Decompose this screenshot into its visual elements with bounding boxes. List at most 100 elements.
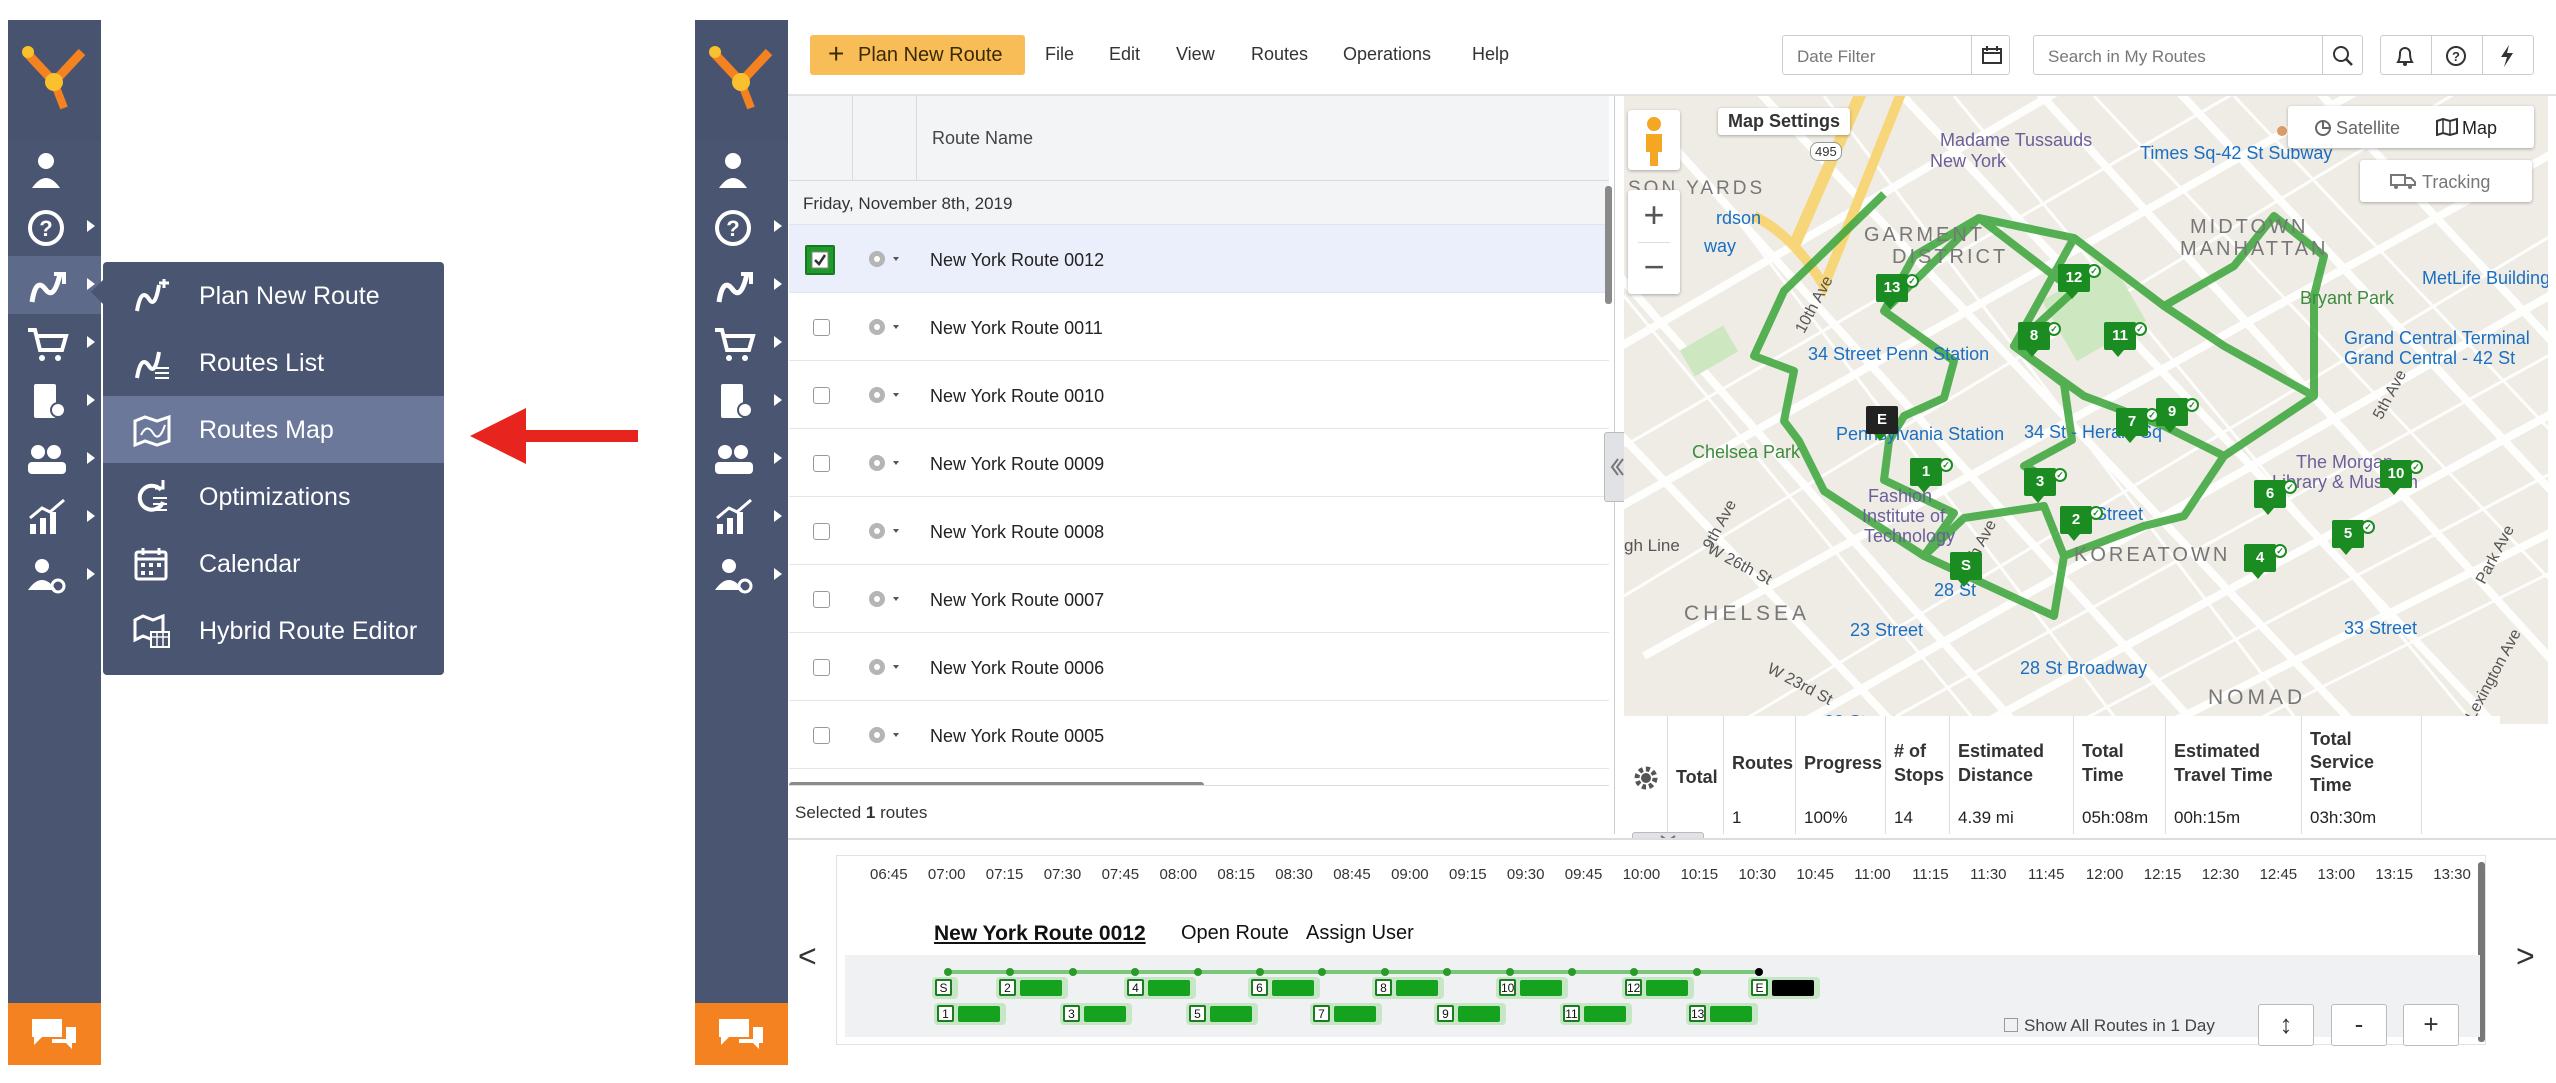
- menu-operations[interactable]: Operations: [1343, 44, 1431, 65]
- table-row[interactable]: New York Route 0008: [789, 497, 1609, 565]
- zoom-out-button[interactable]: −: [1628, 242, 1680, 294]
- sidebar-add-user[interactable]: [695, 140, 788, 198]
- sidebar-routes[interactable]: [695, 256, 788, 314]
- timeline-stop[interactable]: 12: [1622, 977, 1694, 999]
- timeline-fit-button[interactable]: ↕: [2258, 1004, 2314, 1046]
- timeline-stop[interactable]: 11: [1560, 1003, 1632, 1025]
- zoom-in-button[interactable]: +: [1628, 190, 1680, 242]
- app-logo[interactable]: [8, 20, 101, 140]
- map-stop-pin[interactable]: 3 ✓: [2024, 468, 2067, 503]
- map-stop-pin[interactable]: 10 ✓: [2380, 460, 2423, 495]
- menu-view[interactable]: View: [1176, 44, 1215, 65]
- row-checkbox[interactable]: [813, 523, 830, 540]
- lightning-icon[interactable]: [2499, 45, 2515, 67]
- map-end-pin[interactable]: E: [1866, 406, 1898, 441]
- chat-button[interactable]: [695, 1003, 788, 1065]
- flyout-hybrid-route-editor[interactable]: Hybrid Route Editor: [103, 597, 444, 664]
- map-settings-button[interactable]: Map Settings: [1718, 108, 1851, 135]
- map-stop-pin[interactable]: 6 ✓: [2254, 480, 2297, 515]
- help-icon[interactable]: ?: [2445, 45, 2467, 67]
- menu-file[interactable]: File: [1045, 44, 1074, 65]
- open-route-link[interactable]: Open Route: [1181, 922, 1289, 945]
- timeline-route-title[interactable]: New York Route 0012: [934, 922, 1146, 946]
- table-row[interactable]: New York Route 0007: [789, 565, 1609, 633]
- sidebar-team[interactable]: [695, 430, 788, 488]
- flyout-calendar[interactable]: Calendar: [103, 530, 444, 597]
- row-checkbox[interactable]: [813, 387, 830, 404]
- timeline-stop[interactable]: 5: [1186, 1003, 1258, 1025]
- gear-dropdown-icon[interactable]: [865, 653, 905, 681]
- timeline-stop[interactable]: S: [932, 977, 958, 999]
- flyout-routes-list[interactable]: Routes List: [103, 329, 444, 396]
- sidebar-team[interactable]: [8, 430, 101, 488]
- table-row[interactable]: New York Route 0012: [789, 225, 1609, 293]
- calendar-icon[interactable]: [1982, 46, 2002, 64]
- map-stop-pin[interactable]: 2 ✓: [2060, 506, 2103, 541]
- sidebar-help[interactable]: ?: [695, 198, 788, 256]
- assign-user-link[interactable]: Assign User: [1306, 922, 1414, 945]
- timeline-stop[interactable]: 9: [1434, 1003, 1506, 1025]
- show-all-checkbox[interactable]: [2004, 1018, 2018, 1032]
- row-checkbox[interactable]: [813, 319, 830, 336]
- map-stop-pin[interactable]: 5 ✓: [2332, 520, 2375, 555]
- tracking-button[interactable]: Tracking: [2360, 160, 2532, 202]
- sidebar-help[interactable]: ?: [8, 198, 101, 256]
- flyout-optimizations[interactable]: Optimizations: [103, 463, 444, 530]
- map-stop-pin[interactable]: 13 ✓: [1876, 274, 1919, 309]
- table-row[interactable]: New York Route 0006: [789, 633, 1609, 701]
- map-stop-pin[interactable]: 7 ✓: [2116, 408, 2159, 443]
- map-stop-pin[interactable]: 4 ✓: [2244, 544, 2287, 579]
- menu-edit[interactable]: Edit: [1109, 44, 1140, 65]
- gear-dropdown-icon[interactable]: [865, 381, 905, 409]
- app-logo[interactable]: [695, 20, 788, 140]
- sidebar-orders[interactable]: [8, 314, 101, 372]
- map-stop-pin[interactable]: 11 ✓: [2104, 322, 2147, 357]
- sidebar-address-book[interactable]: [8, 372, 101, 430]
- sidebar-analytics[interactable]: [695, 488, 788, 546]
- sidebar-settings[interactable]: [8, 546, 101, 604]
- map-stop-pin[interactable]: 9 ✓: [2156, 398, 2199, 433]
- panel-collapse-handle[interactable]: [1604, 432, 1626, 502]
- header-checkbox-col[interactable]: [789, 96, 853, 181]
- sidebar-analytics[interactable]: [8, 488, 101, 546]
- timeline-stop[interactable]: 8: [1372, 977, 1444, 999]
- timeline-next-button[interactable]: >: [2516, 938, 2535, 975]
- row-checkbox[interactable]: [813, 659, 830, 676]
- map-stop-pin[interactable]: 1 ✓: [1910, 458, 1953, 493]
- search-icon[interactable]: [2332, 45, 2354, 67]
- street-view-pegman[interactable]: [1628, 110, 1680, 170]
- gear-dropdown-icon[interactable]: [865, 245, 905, 273]
- chat-button[interactable]: [8, 1003, 101, 1065]
- sidebar-address-book[interactable]: [695, 372, 788, 430]
- vertical-scrollbar[interactable]: [1605, 186, 1612, 304]
- date-filter-input[interactable]: Date Filter: [1782, 35, 2010, 75]
- gear-dropdown-icon[interactable]: [865, 721, 905, 749]
- timeline-stop[interactable]: 3: [1060, 1003, 1132, 1025]
- map-stop-pin[interactable]: 8 ✓: [2018, 322, 2061, 357]
- table-row[interactable]: New York Route 0009: [789, 429, 1609, 497]
- map-start-pin[interactable]: S: [1950, 552, 1982, 587]
- menu-help[interactable]: Help: [1472, 44, 1509, 65]
- timeline-stop[interactable]: 4: [1124, 977, 1196, 999]
- flyout-routes-map[interactable]: Routes Map: [103, 396, 444, 463]
- sidebar-routes[interactable]: [8, 256, 101, 314]
- gear-dropdown-icon[interactable]: [865, 517, 905, 545]
- gear-dropdown-icon[interactable]: [865, 585, 905, 613]
- timeline-stop[interactable]: 1: [934, 1003, 1006, 1025]
- satellite-button[interactable]: Satellite: [2336, 118, 2400, 139]
- map-button[interactable]: Map: [2462, 118, 2497, 139]
- row-checkbox[interactable]: [813, 591, 830, 608]
- row-checkbox[interactable]: [805, 245, 835, 275]
- column-route-name[interactable]: Route Name: [932, 128, 1033, 149]
- timeline-prev-button[interactable]: <: [798, 938, 817, 975]
- gear-dropdown-icon[interactable]: [865, 449, 905, 477]
- timeline-stop[interactable]: 7: [1310, 1003, 1382, 1025]
- timeline-stop[interactable]: 10: [1496, 977, 1568, 999]
- row-checkbox[interactable]: [813, 455, 830, 472]
- plan-new-route-button[interactable]: + Plan New Route: [810, 35, 1025, 75]
- gear-dropdown-icon[interactable]: [865, 313, 905, 341]
- bell-icon[interactable]: [2394, 45, 2416, 67]
- search-routes-input[interactable]: Search in My Routes: [2033, 35, 2363, 75]
- timeline-stop-end[interactable]: E: [1748, 977, 1820, 999]
- map-stop-pin[interactable]: 12 ✓: [2058, 264, 2101, 299]
